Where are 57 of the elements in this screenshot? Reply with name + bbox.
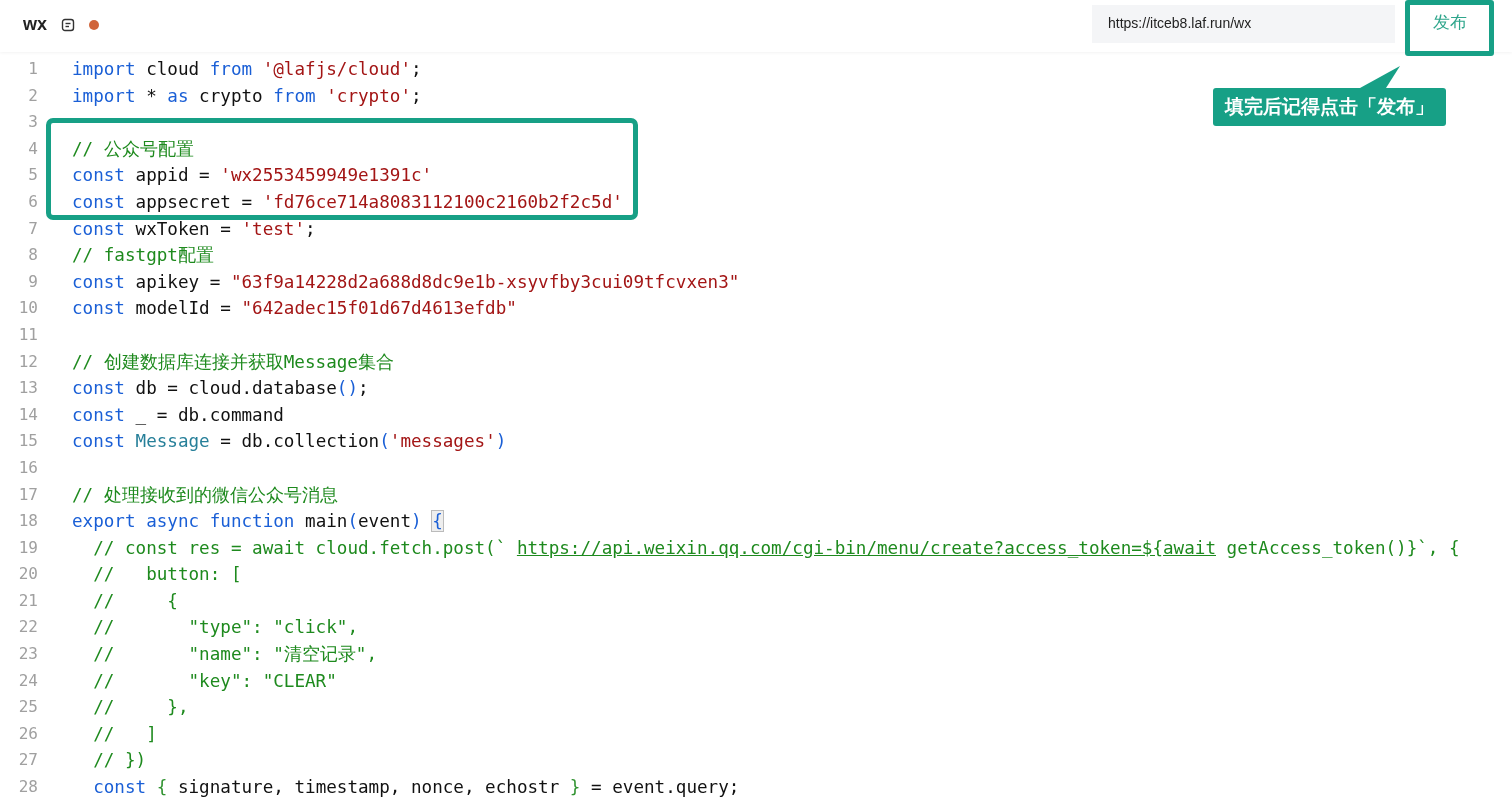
line-number: 27 [17,749,38,772]
code-line: // }, [92,696,189,720]
line-number: 13 [17,377,38,400]
line-number: 4 [27,137,38,160]
code-line: const _ = db.command [72,403,284,427]
code-line: // 处理接收到的微信公众号消息 [72,483,338,507]
code-line: const { signature, timestamp, nonce, echostr } = event.query; [92,776,740,800]
code-line: const modelId = "642adec15f01d67d4613efdb" [72,297,517,321]
line-number: 10 [17,297,38,320]
code-line: // 公众号配置 [72,137,194,161]
code-line: const appid = 'wx2553459949e1391c' [72,164,433,188]
line-number: 22 [17,616,38,639]
line-number: 21 [17,589,38,612]
line-number: 28 [17,776,38,799]
line-number: 11 [17,323,38,346]
line-number: 1 [27,58,38,80]
line-number: 6 [27,190,38,213]
code-line: const Message = db.collection('messages') [72,430,507,454]
code-line: import cloud from '@lafjs/cloud'; [72,58,422,81]
document-icon[interactable] [61,17,75,32]
code-line: const apikey = "63f9a14228d2a688d8dc9e1b-xsyvfby3cui09tfcvxen3" [72,270,740,294]
line-number: 5 [27,164,38,187]
line-number: 7 [27,217,38,240]
code-line: // const res = await cloud.fetch.post(` https://api.weixin.qq.com/cgi-bin/menu/create?access_token=${await getAccess_token()}`, { [92,536,1460,560]
callout-pointer [1360,66,1400,88]
line-number: 19 [17,536,38,559]
code-line: // ] [92,722,157,746]
code-line: const db = cloud.database(); [72,377,369,401]
line-number: 26 [17,722,38,745]
code-line: // "type": "click", [92,616,358,640]
line-number: 12 [17,350,38,373]
line-number: 8 [27,244,38,267]
line-number: 15 [17,430,38,453]
code-line: // 创建数据库连接并获取Message集合 [72,350,394,374]
line-number: 16 [17,456,38,479]
file-title: wx [23,14,47,35]
line-number: 20 [17,563,38,586]
code-line: // "key": "CLEAR" [92,669,337,693]
code-line: import * as crypto from 'crypto'; [72,84,422,108]
code-line: // "name": "清空记录", [92,643,378,667]
code-line: const wxToken = 'test'; [72,217,316,241]
url-field[interactable]: https://itceb8.laf.run/wx [1092,5,1395,43]
code-line: const appsecret = 'fd76ce714a8083112100c2160b2f2c5d' [72,190,623,214]
code-line: export async function main(event) { [72,510,443,534]
line-number: 18 [17,510,38,533]
line-number: 24 [17,669,38,692]
line-number: 23 [17,643,38,666]
line-number: 14 [17,403,38,426]
code-line: // }) [92,749,147,773]
code-line: // button: [ [92,563,242,587]
line-number: 9 [27,270,38,293]
line-number: 25 [17,696,38,719]
code-line: // fastgpt配置 [72,244,214,268]
line-number: 2 [27,84,38,107]
code-line: // { [92,589,178,613]
line-number: 17 [17,483,38,506]
line-number: 3 [27,111,38,134]
